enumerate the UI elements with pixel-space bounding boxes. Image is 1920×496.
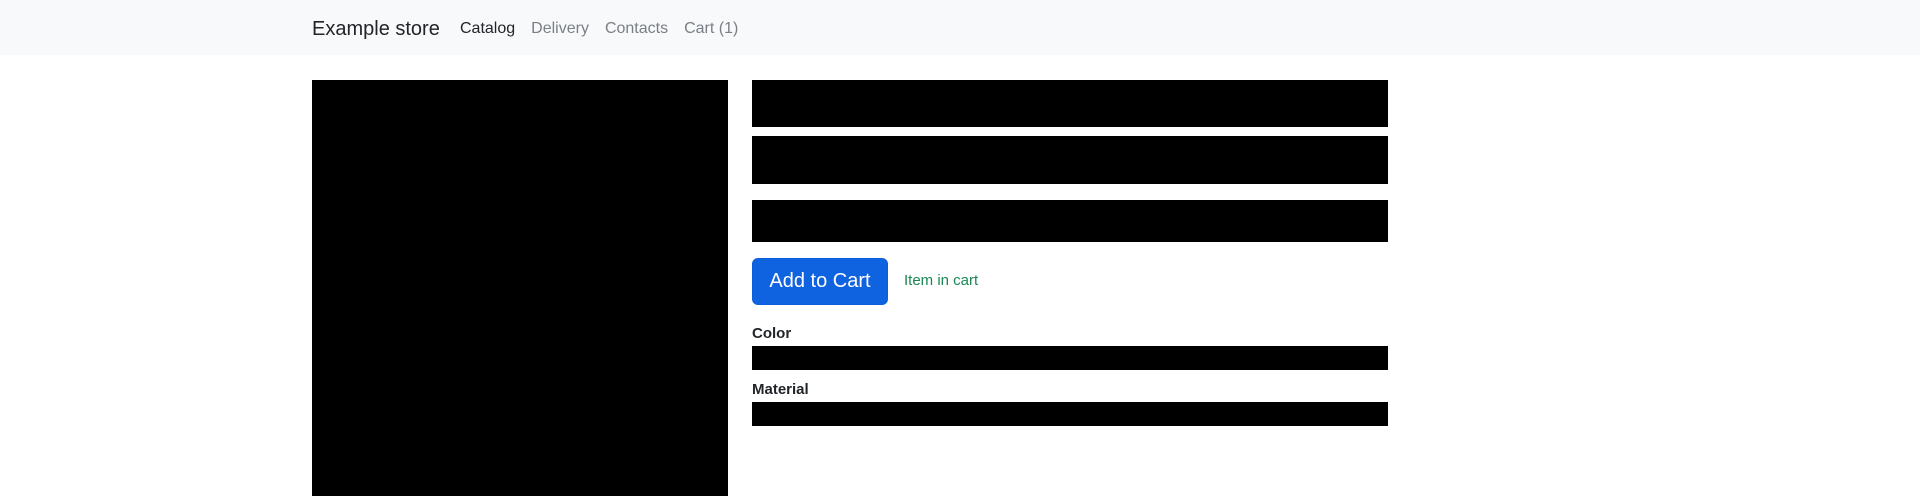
brand-link[interactable]: Example store — [312, 17, 440, 41]
nav-link-delivery[interactable]: Delivery — [531, 19, 589, 39]
cart-status-text: Item in cart — [904, 272, 979, 289]
nav-links: Catalog Delivery Contacts Cart (1) — [460, 19, 738, 39]
nav-link-catalog[interactable]: Catalog — [460, 19, 515, 39]
product-subtitle-redacted — [752, 136, 1388, 184]
nav-link-cart[interactable]: Cart (1) — [684, 19, 738, 39]
material-label: Material — [752, 381, 809, 398]
nav-link-contacts[interactable]: Contacts — [605, 19, 668, 39]
color-label: Color — [752, 325, 792, 342]
product-title-redacted — [752, 80, 1388, 127]
color-value-redacted — [752, 346, 1388, 370]
material-value-redacted — [752, 402, 1388, 426]
product-price-redacted — [752, 200, 1388, 242]
navbar: Example store Catalog Delivery Contacts … — [0, 0, 1920, 55]
add-to-cart-button[interactable]: Add to Cart — [752, 258, 888, 305]
product-image-redacted — [312, 80, 728, 496]
